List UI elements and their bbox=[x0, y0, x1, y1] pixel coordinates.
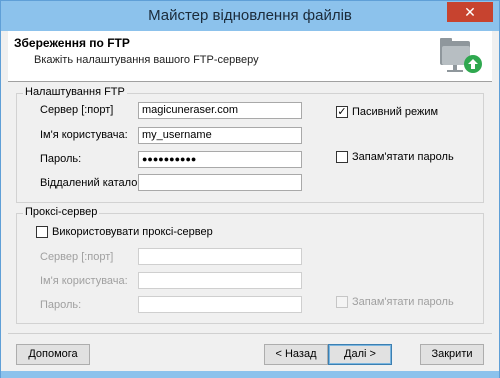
passive-mode-checkbox[interactable]: ✓ Пасивний режим bbox=[336, 106, 438, 118]
footer-separator bbox=[8, 333, 492, 334]
close-icon: ✕ bbox=[464, 4, 476, 20]
password-input[interactable]: ●●●●●●●●●● bbox=[138, 151, 302, 168]
passive-mode-check-icon[interactable]: ✓ bbox=[336, 106, 348, 118]
proxy-remember-password-label: Запам'ятати пароль bbox=[352, 296, 454, 308]
window-bottom-frame bbox=[1, 371, 499, 378]
page-subtitle: Вкажіть налаштування вашого FTP-серверу bbox=[34, 54, 259, 66]
proxy-remember-password-checkbox: Запам'ятати пароль bbox=[336, 296, 454, 308]
ftp-settings-legend: Налаштування FTP bbox=[23, 86, 127, 98]
wizard-header: Збереження по FTP Вкажіть налаштування в… bbox=[8, 31, 492, 82]
use-proxy-box[interactable] bbox=[36, 226, 48, 238]
proxy-remember-password-box bbox=[336, 296, 348, 308]
close-button[interactable]: ✕ bbox=[447, 2, 493, 22]
wizard-client: Збереження по FTP Вкажіть налаштування в… bbox=[8, 31, 492, 371]
proxy-password-input bbox=[138, 296, 302, 313]
help-button[interactable]: Допомога bbox=[16, 344, 90, 365]
remember-password-label: Запам'ятати пароль bbox=[352, 151, 454, 163]
remember-password-checkbox[interactable]: Запам'ятати пароль bbox=[336, 151, 454, 163]
window-title: Майстер відновлення файлів bbox=[148, 7, 352, 24]
cancel-button[interactable]: Закрити bbox=[420, 344, 484, 365]
remote-dir-input[interactable] bbox=[138, 174, 302, 191]
proxy-server-label: Сервер [:порт] bbox=[40, 251, 114, 263]
username-input[interactable]: my_username bbox=[138, 127, 302, 144]
server-input[interactable]: magicuneraser.com bbox=[138, 102, 302, 119]
proxy-password-label: Пароль: bbox=[40, 299, 82, 311]
server-label: Сервер [:порт] bbox=[40, 104, 114, 116]
folder-network-icon bbox=[440, 38, 482, 73]
proxy-username-input bbox=[138, 272, 302, 289]
username-label: Ім'я користувача: bbox=[40, 129, 128, 141]
use-proxy-checkbox[interactable]: Використовувати проксі-сервер bbox=[36, 226, 213, 238]
next-button[interactable]: Далі > bbox=[328, 344, 392, 365]
page-title: Збереження по FTP bbox=[14, 36, 130, 50]
remote-dir-label: Віддалений каталог: bbox=[40, 177, 145, 189]
proxy-server-input bbox=[138, 248, 302, 265]
password-label: Пароль: bbox=[40, 153, 82, 165]
title-bar[interactable]: Майстер відновлення файлів ✕ bbox=[1, 1, 499, 31]
use-proxy-label: Використовувати проксі-сервер bbox=[52, 226, 213, 238]
passive-mode-label: Пасивний режим bbox=[352, 106, 439, 118]
proxy-legend: Проксі-сервер bbox=[23, 206, 100, 218]
back-button[interactable]: < Назад bbox=[264, 344, 328, 365]
remember-password-box[interactable] bbox=[336, 151, 348, 163]
proxy-username-label: Ім'я користувача: bbox=[40, 275, 128, 287]
wizard-window: Майстер відновлення файлів ✕ Збереження … bbox=[0, 0, 500, 378]
